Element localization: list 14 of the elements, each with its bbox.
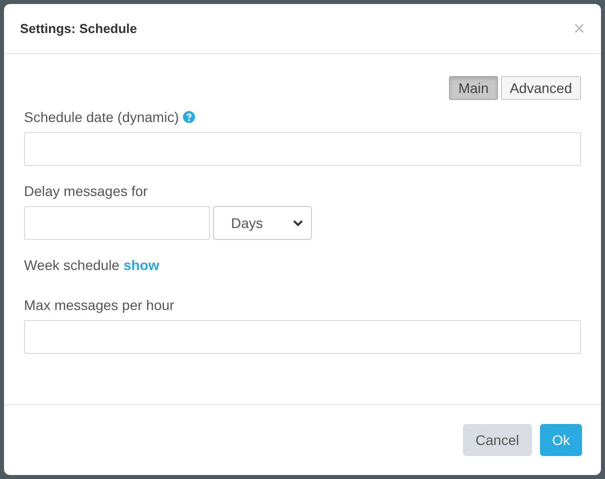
field-label: Max messages per hour [24,297,174,313]
field-label: Schedule date (dynamic) [24,109,179,125]
field-label: Week schedule [24,257,120,273]
cancel-button[interactable]: Cancel [462,424,532,456]
text-input[interactable] [24,132,581,166]
tab[interactable]: Main [449,76,498,100]
help-icon[interactable] [182,111,195,123]
field-label: Delay messages for [24,183,148,199]
chevron-icon [293,220,303,226]
unit-dropdown[interactable]: Days [213,206,312,240]
tab[interactable]: Advanced [500,76,581,100]
number-input[interactable] [24,206,210,240]
text-input[interactable] [24,320,581,354]
dialog-title: Settings: Schedule [20,21,138,36]
